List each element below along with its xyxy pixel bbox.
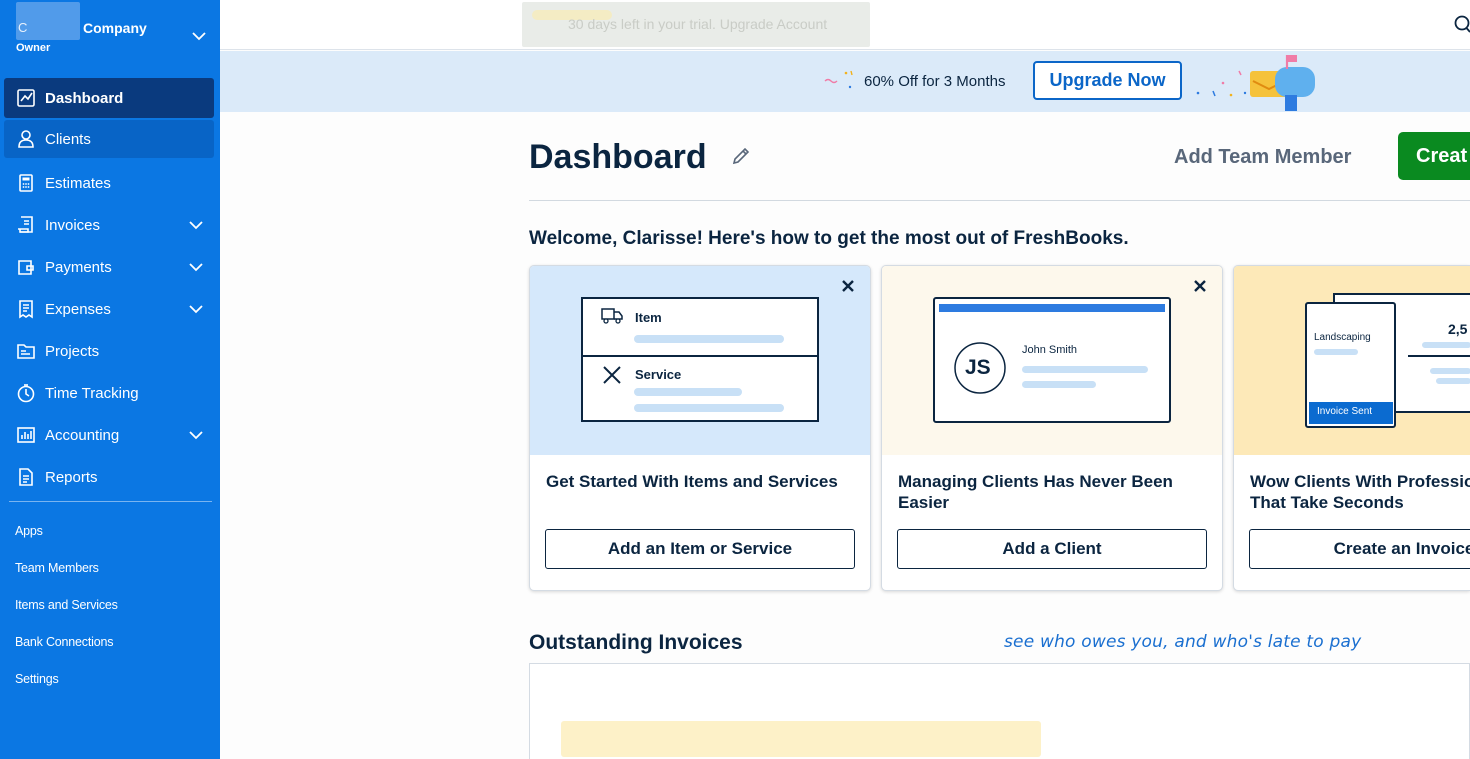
wallet-icon bbox=[16, 257, 36, 277]
outstanding-blurred-content bbox=[561, 721, 1041, 757]
chevron-down-icon[interactable] bbox=[191, 28, 207, 44]
add-item-or-service-button[interactable]: Add an Item or Service bbox=[545, 529, 855, 569]
outstanding-invoices-note: see who owes you, and who's late to pay bbox=[1004, 632, 1362, 652]
card-art-invoice-sent-badge: Invoice Sent bbox=[1317, 406, 1373, 417]
card-art-invoice-label: Landscaping bbox=[1314, 332, 1371, 343]
sidebar-item-label: Invoices bbox=[45, 216, 101, 234]
card-art-amount: 2,5 bbox=[1448, 321, 1468, 337]
sidebar-item-label: Clients bbox=[45, 130, 91, 148]
sidebar-link-bank-connections[interactable]: Bank Connections bbox=[15, 631, 118, 668]
trial-notice-blurred[interactable]: 30 days left in your trial. Upgrade Acco… bbox=[522, 2, 870, 47]
page-title: Dashboard bbox=[529, 138, 707, 176]
card-illustration: Landscaping 2,5 Invoice Sent bbox=[1234, 266, 1470, 455]
add-team-member-button[interactable]: Add Team Member bbox=[1174, 146, 1351, 169]
company-switcher[interactable]: C Company Owner bbox=[0, 0, 220, 70]
sidebar-item-projects[interactable]: Projects bbox=[4, 330, 214, 372]
sidebar: C Company Owner Dashboard Clients Estima… bbox=[0, 0, 220, 759]
add-client-button[interactable]: Add a Client bbox=[897, 529, 1207, 569]
title-divider bbox=[529, 200, 1470, 201]
sidebar-link-settings[interactable]: Settings bbox=[15, 668, 118, 705]
calculator-icon bbox=[16, 173, 36, 193]
chart-line-icon bbox=[16, 88, 36, 108]
close-icon[interactable] bbox=[840, 278, 856, 294]
sidebar-item-label: Projects bbox=[45, 342, 100, 360]
pencil-icon[interactable] bbox=[731, 146, 751, 166]
folder-icon bbox=[16, 341, 36, 361]
onboarding-card-clients: JS John Smith Managing Clients Has Never… bbox=[881, 265, 1223, 591]
sidebar-item-label: Accounting bbox=[45, 426, 120, 444]
outstanding-invoices-panel bbox=[529, 663, 1470, 759]
chevron-down-icon[interactable] bbox=[188, 427, 204, 443]
items-services-illustration bbox=[581, 297, 819, 422]
create-button[interactable]: Creat bbox=[1398, 132, 1470, 180]
report-icon bbox=[16, 467, 36, 487]
sidebar-link-items-services[interactable]: Items and Services bbox=[15, 594, 118, 631]
sidebar-item-dashboard[interactable]: Dashboard bbox=[4, 78, 214, 118]
create-an-invoice-button[interactable]: Create an Invoice bbox=[1249, 529, 1470, 569]
company-blur-text: C bbox=[18, 20, 28, 35]
company-logo-blurred: C bbox=[16, 2, 80, 40]
confetti-icon bbox=[824, 70, 853, 89]
sidebar-nav: Dashboard Clients Estimates Invoices Pay… bbox=[4, 78, 214, 498]
chevron-down-icon[interactable] bbox=[188, 259, 204, 275]
invoice-icon bbox=[16, 215, 36, 235]
sidebar-secondary-links: Apps Team Members Items and Services Ban… bbox=[15, 520, 118, 705]
promo-banner: 60% Off for 3 Months Upgrade Now bbox=[220, 51, 1470, 112]
client-card-illustration bbox=[933, 297, 1171, 423]
card-art-service-label: Service bbox=[635, 367, 682, 382]
sidebar-link-team-members[interactable]: Team Members bbox=[15, 557, 118, 594]
card-art-initials: JS bbox=[965, 356, 991, 379]
sidebar-item-estimates[interactable]: Estimates bbox=[4, 162, 214, 204]
card-title: Get Started With Items and Services bbox=[546, 472, 838, 491]
sidebar-item-label: Reports bbox=[45, 468, 98, 486]
chevron-down-icon[interactable] bbox=[188, 301, 204, 317]
sidebar-item-label: Payments bbox=[45, 258, 112, 276]
bar-chart-icon bbox=[16, 425, 36, 445]
sidebar-item-invoices[interactable]: Invoices bbox=[4, 204, 214, 246]
chevron-down-icon[interactable] bbox=[188, 217, 204, 233]
top-bar: 30 days left in your trial. Upgrade Acco… bbox=[220, 0, 1470, 50]
sidebar-item-expenses[interactable]: Expenses bbox=[4, 288, 214, 330]
card-art-item-label: Item bbox=[635, 310, 662, 325]
search-icon[interactable] bbox=[1450, 15, 1470, 35]
close-icon[interactable] bbox=[1192, 278, 1208, 294]
card-illustration: Item Service bbox=[530, 266, 870, 455]
sidebar-divider bbox=[9, 501, 212, 502]
welcome-heading: Welcome, Clarisse! Here's how to get the… bbox=[529, 228, 1129, 249]
onboarding-card-items: Item Service Get Started With Items and … bbox=[529, 265, 871, 591]
clock-icon bbox=[16, 383, 36, 403]
sidebar-item-label: Estimates bbox=[45, 174, 111, 192]
promo-text: 60% Off for 3 Months bbox=[864, 73, 1006, 90]
mailbox-illustration-icon bbox=[1196, 55, 1315, 111]
sidebar-item-reports[interactable]: Reports bbox=[4, 456, 214, 498]
invoice-illustration bbox=[1305, 293, 1470, 428]
sidebar-item-payments[interactable]: Payments bbox=[4, 246, 214, 288]
sidebar-item-time-tracking[interactable]: Time Tracking bbox=[4, 372, 214, 414]
card-art-client-name: John Smith bbox=[1022, 344, 1078, 356]
sidebar-item-label: Dashboard bbox=[45, 89, 124, 107]
user-icon bbox=[16, 129, 36, 149]
onboarding-card-invoices: Landscaping 2,5 Invoice Sent Wow Clients… bbox=[1233, 265, 1470, 591]
card-title: Wow Clients With Professional Invoices T… bbox=[1250, 472, 1470, 512]
trial-notice-text: 30 days left in your trial. Upgrade Acco… bbox=[568, 16, 828, 32]
sidebar-item-accounting[interactable]: Accounting bbox=[4, 414, 214, 456]
outstanding-invoices-heading: Outstanding Invoices bbox=[529, 631, 743, 654]
upgrade-now-button[interactable]: Upgrade Now bbox=[1033, 61, 1182, 100]
sidebar-item-clients[interactable]: Clients bbox=[4, 120, 214, 158]
user-role: Owner bbox=[16, 42, 51, 54]
sidebar-item-label: Time Tracking bbox=[45, 384, 139, 402]
sidebar-link-apps[interactable]: Apps bbox=[15, 520, 118, 557]
company-name: Company bbox=[83, 20, 147, 36]
receipt-icon bbox=[16, 299, 36, 319]
card-title: Managing Clients Has Never Been Easier bbox=[898, 472, 1173, 512]
card-illustration: JS John Smith bbox=[882, 266, 1222, 455]
sidebar-item-label: Expenses bbox=[45, 300, 111, 318]
